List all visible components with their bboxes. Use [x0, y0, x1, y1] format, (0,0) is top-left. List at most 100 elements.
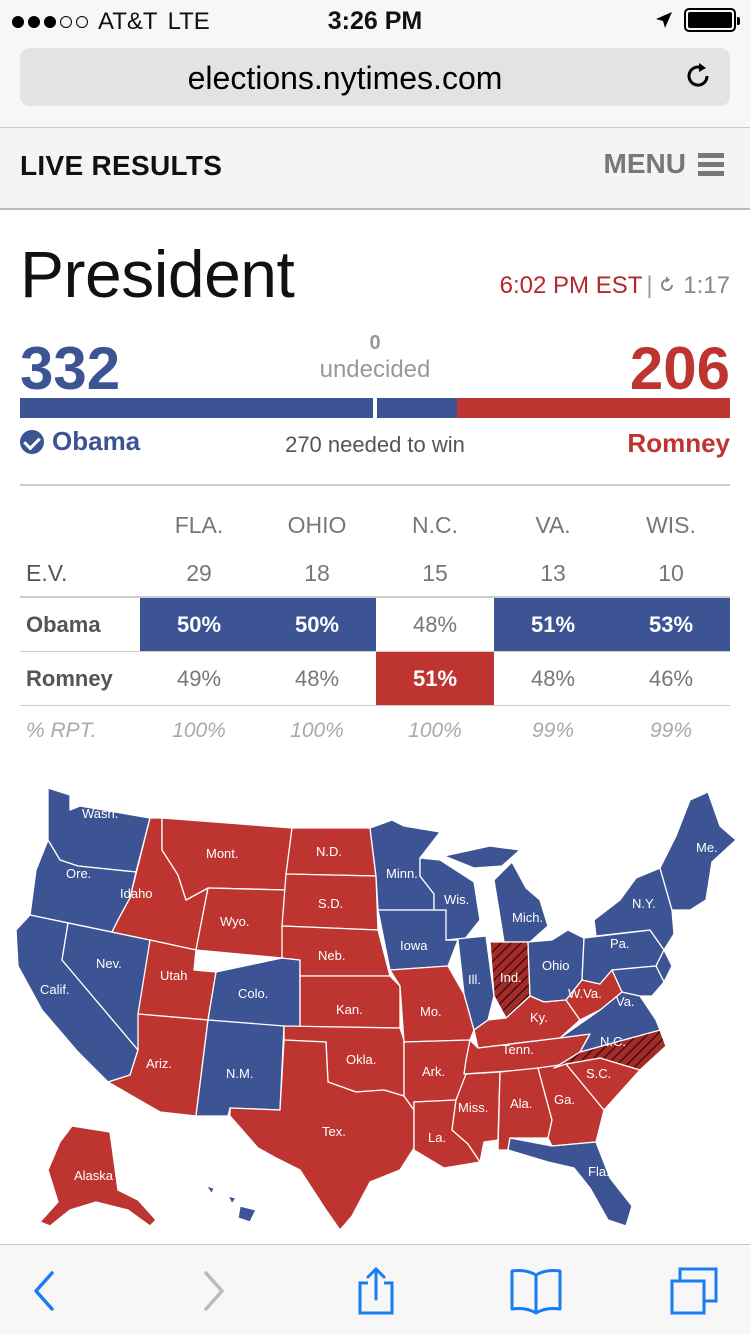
results-map[interactable]: Wash. Ore. Calif. Nev. Idaho Mont. Wyo. Utah Ari… — [0, 770, 750, 1240]
electoral-votes-row: E.V. 29 18 15 13 10 — [20, 550, 730, 598]
us-map: Wash. Ore. Calif. Nev. Idaho Mont. Wyo. Utah Ari… — [15, 787, 737, 1231]
ev-cell: 15 — [422, 559, 448, 586]
state-hawaii[interactable] — [205, 1185, 257, 1223]
map-label-nc: N.C. — [600, 1034, 626, 1049]
state-header-ohio: OHIO — [287, 511, 347, 538]
state-florida[interactable] — [507, 1137, 633, 1227]
section-divider — [20, 484, 730, 486]
location-arrow-icon — [656, 12, 672, 28]
map-label-ny: N.Y. — [632, 896, 656, 911]
address-bar[interactable]: elections.nytimes.com — [20, 48, 730, 106]
map-label-la: La. — [428, 1130, 446, 1145]
map-label-sd: S.D. — [318, 896, 343, 911]
ev-row-label: E.V. — [26, 559, 68, 586]
needed-to-win-label: 270 needed to win — [285, 432, 465, 457]
map-label-utah: Utah — [160, 968, 187, 983]
undecided-count: 0 — [369, 332, 381, 354]
map-label-tenn: Tenn. — [502, 1042, 534, 1057]
browser-toolbar — [0, 1244, 750, 1334]
ev-cell: 13 — [540, 559, 566, 586]
romney-row: Romney 49% 48% 51% 48% 46% — [20, 652, 730, 706]
obama-candidate: Obama — [20, 426, 140, 457]
status-bar: AT&T LTE 3:26 PM — [0, 0, 750, 40]
obama-cell: 50% — [140, 598, 258, 651]
ev-cell: 10 — [658, 559, 684, 586]
ev-cell: 18 — [304, 559, 330, 586]
romney-row-label: Romney — [26, 665, 113, 691]
electoral-vote-bar — [20, 396, 730, 420]
separator: | — [646, 272, 653, 299]
bookmarks-icon[interactable] — [508, 1265, 564, 1317]
refresh-icon — [660, 276, 673, 291]
map-label-ky: Ky. — [530, 1010, 548, 1025]
undecided-bar-segment — [375, 398, 457, 418]
updated-time-label: 6:02 PM EST — [499, 272, 643, 299]
map-label-wyo: Wyo. — [220, 914, 250, 929]
obama-cell: 51% — [494, 598, 612, 651]
romney-electoral-votes: 206 — [629, 335, 730, 402]
status-right — [654, 8, 740, 32]
reload-icon[interactable] — [680, 58, 716, 94]
romney-cell: 48% — [294, 665, 340, 691]
rpt-cell: 100% — [290, 719, 344, 742]
ev-cell: 29 — [186, 559, 212, 586]
obama-cell: 50% — [258, 598, 376, 651]
map-label-ind: Ind. — [500, 970, 522, 985]
map-label-mo: Mo. — [420, 1004, 442, 1019]
state-header-fla: FLA. — [174, 511, 224, 538]
share-icon[interactable] — [348, 1265, 404, 1317]
update-time: 6:02 PM EST | 1:17 — [500, 272, 730, 300]
obama-electoral-votes: 332 — [20, 335, 121, 402]
menu-label: MENU — [603, 148, 686, 179]
table-header-row: FLA. OHIO N.C. VA. WIS. — [20, 500, 730, 550]
forward-icon[interactable] — [186, 1265, 242, 1317]
map-label-minn: Minn. — [386, 866, 418, 881]
map-label-ga: Ga. — [554, 1092, 575, 1107]
obama-row: Obama 50% 50% 48% 51% 53% — [20, 598, 730, 652]
map-label-ill: Ill. — [468, 972, 481, 987]
rpt-cell: 99% — [649, 719, 693, 742]
romney-cell: 46% — [648, 665, 694, 691]
romney-cell: 48% — [530, 665, 576, 691]
map-label-ala: Ala. — [510, 1096, 532, 1111]
map-label-mich: Mich. — [512, 910, 543, 925]
obama-cell: 48% — [412, 611, 458, 637]
rpt-cell: 100% — [408, 719, 462, 742]
battery-icon — [684, 8, 740, 32]
map-label-me: Me. — [696, 840, 718, 855]
browser-chrome: AT&T LTE 3:26 PM elections.nytimes.com — [0, 0, 750, 128]
battleground-table: FLA. OHIO N.C. VA. WIS. E.V. 29 18 15 13… — [20, 500, 730, 756]
map-label-alaska: Alaska — [74, 1168, 114, 1183]
refresh-timer[interactable]: 1:17 — [657, 272, 730, 299]
map-label-fla: Fla. — [588, 1164, 610, 1179]
obama-bar-segment — [20, 398, 375, 418]
menu-button[interactable]: MENU — [604, 148, 724, 180]
url-text: elections.nytimes.com — [187, 60, 503, 96]
state-header-nc: N.C. — [412, 511, 458, 538]
map-label-kan: Kan. — [336, 1002, 363, 1017]
status-time: 3:26 PM — [327, 7, 423, 35]
obama-name-label: Obama — [52, 426, 141, 456]
bar-midpoint-marker — [373, 396, 377, 420]
romney-bar-segment — [456, 398, 730, 418]
map-label-mont: Mont. — [206, 846, 239, 861]
undecided-label: undecided — [319, 356, 431, 383]
section-title: LIVE RESULTS — [20, 150, 223, 181]
map-label-nm: N.M. — [226, 1066, 253, 1081]
map-label-neb: Neb. — [318, 948, 345, 963]
map-label-idaho: Idaho — [120, 886, 153, 901]
state-header-wis: WIS. — [646, 511, 696, 538]
map-label-sc: S.C. — [586, 1066, 611, 1081]
obama-row-label: Obama — [26, 611, 101, 637]
map-label-calif: Calif. — [40, 982, 70, 997]
romney-name-label: Romney — [627, 428, 730, 458]
map-label-wis: Wis. — [444, 892, 469, 907]
tabs-icon[interactable] — [666, 1265, 722, 1317]
state-washington[interactable] — [47, 787, 151, 873]
romney-cell: 49% — [176, 665, 222, 691]
map-label-ark: Ark. — [422, 1064, 445, 1079]
map-label-pa: Pa. — [610, 936, 630, 951]
map-label-tex: Tex. — [322, 1124, 346, 1139]
state-header-va: VA. — [535, 511, 571, 538]
back-icon[interactable] — [18, 1265, 74, 1317]
